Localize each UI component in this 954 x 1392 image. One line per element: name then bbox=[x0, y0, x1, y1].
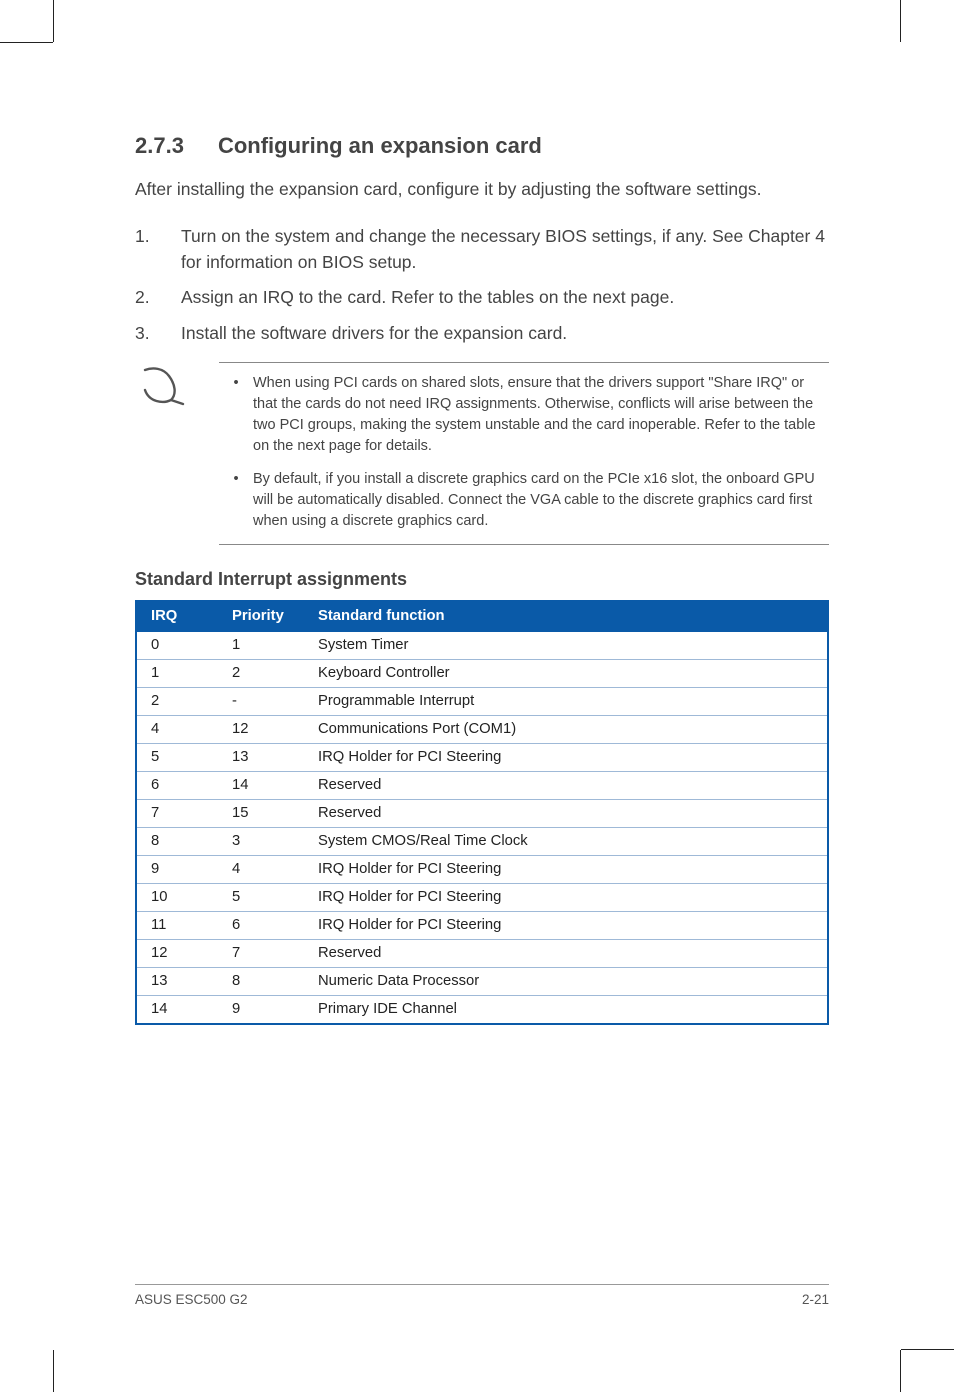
cell-function: System CMOS/Real Time Clock bbox=[308, 827, 828, 855]
cell-priority: 1 bbox=[222, 631, 308, 660]
step-text: Install the software drivers for the exp… bbox=[181, 321, 829, 346]
irq-table: IRQ Priority Standard function 01System … bbox=[135, 600, 829, 1025]
cell-priority: 15 bbox=[222, 799, 308, 827]
note-text: By default, if you install a discrete gr… bbox=[253, 469, 829, 532]
cell-function: Keyboard Controller bbox=[308, 659, 828, 687]
step-text: Assign an IRQ to the card. Refer to the … bbox=[181, 285, 829, 310]
step-number: 1. bbox=[135, 224, 181, 275]
cell-priority: 14 bbox=[222, 771, 308, 799]
cell-priority: 12 bbox=[222, 715, 308, 743]
table-title: Standard Interrupt assignments bbox=[135, 569, 829, 590]
table-row: 116IRQ Holder for PCI Steering bbox=[136, 911, 828, 939]
table-row: 715Reserved bbox=[136, 799, 828, 827]
list-item: • By default, if you install a discrete … bbox=[219, 469, 829, 532]
cell-irq: 10 bbox=[136, 883, 222, 911]
bullet-icon: • bbox=[219, 373, 253, 457]
cell-function: Reserved bbox=[308, 939, 828, 967]
cell-irq: 9 bbox=[136, 855, 222, 883]
note-text: When using PCI cards on shared slots, en… bbox=[253, 373, 829, 457]
step-number: 3. bbox=[135, 321, 181, 346]
cell-priority: 3 bbox=[222, 827, 308, 855]
footer-left: ASUS ESC500 G2 bbox=[135, 1292, 248, 1307]
cell-function: Reserved bbox=[308, 799, 828, 827]
cell-irq: 0 bbox=[136, 631, 222, 660]
cell-function: Numeric Data Processor bbox=[308, 967, 828, 995]
cell-function: IRQ Holder for PCI Steering bbox=[308, 855, 828, 883]
cell-priority: 6 bbox=[222, 911, 308, 939]
heading-title: Configuring an expansion card bbox=[218, 133, 542, 159]
table-row: 412Communications Port (COM1) bbox=[136, 715, 828, 743]
page-footer: ASUS ESC500 G2 2-21 bbox=[135, 1284, 829, 1307]
table-row: 94IRQ Holder for PCI Steering bbox=[136, 855, 828, 883]
cell-function: Programmable Interrupt bbox=[308, 687, 828, 715]
cell-function: Primary IDE Channel bbox=[308, 995, 828, 1024]
cell-irq: 13 bbox=[136, 967, 222, 995]
col-header-function: Standard function bbox=[308, 601, 828, 631]
note-body: • When using PCI cards on shared slots, … bbox=[219, 362, 829, 545]
cell-irq: 6 bbox=[136, 771, 222, 799]
cell-priority: 2 bbox=[222, 659, 308, 687]
step-number: 2. bbox=[135, 285, 181, 310]
cell-priority: 13 bbox=[222, 743, 308, 771]
page-content: 2.7.3 Configuring an expansion card Afte… bbox=[135, 133, 829, 1025]
cell-irq: 8 bbox=[136, 827, 222, 855]
cell-function: IRQ Holder for PCI Steering bbox=[308, 883, 828, 911]
table-row: 2-Programmable Interrupt bbox=[136, 687, 828, 715]
table-row: 614Reserved bbox=[136, 771, 828, 799]
cell-irq: 12 bbox=[136, 939, 222, 967]
list-item: 1. Turn on the system and change the nec… bbox=[135, 224, 829, 275]
cell-function: IRQ Holder for PCI Steering bbox=[308, 911, 828, 939]
cell-priority: - bbox=[222, 687, 308, 715]
col-header-irq: IRQ bbox=[136, 601, 222, 631]
table-header-row: IRQ Priority Standard function bbox=[136, 601, 828, 631]
table-row: 127Reserved bbox=[136, 939, 828, 967]
table-row: 01System Timer bbox=[136, 631, 828, 660]
step-text: Turn on the system and change the necess… bbox=[181, 224, 829, 275]
table-row: 138Numeric Data Processor bbox=[136, 967, 828, 995]
list-item: 3. Install the software drivers for the … bbox=[135, 321, 829, 346]
list-item: • When using PCI cards on shared slots, … bbox=[219, 373, 829, 457]
cell-irq: 7 bbox=[136, 799, 222, 827]
footer-right: 2-21 bbox=[802, 1292, 829, 1307]
intro-paragraph: After installing the expansion card, con… bbox=[135, 177, 829, 202]
cell-priority: 8 bbox=[222, 967, 308, 995]
cell-priority: 5 bbox=[222, 883, 308, 911]
cell-function: Reserved bbox=[308, 771, 828, 799]
note-icon bbox=[135, 362, 219, 545]
table-row: 83System CMOS/Real Time Clock bbox=[136, 827, 828, 855]
table-row: 149Primary IDE Channel bbox=[136, 995, 828, 1024]
cell-irq: 1 bbox=[136, 659, 222, 687]
cell-irq: 14 bbox=[136, 995, 222, 1024]
cell-priority: 9 bbox=[222, 995, 308, 1024]
steps-list: 1. Turn on the system and change the nec… bbox=[135, 224, 829, 346]
cell-priority: 7 bbox=[222, 939, 308, 967]
cell-function: Communications Port (COM1) bbox=[308, 715, 828, 743]
cell-irq: 2 bbox=[136, 687, 222, 715]
cell-function: IRQ Holder for PCI Steering bbox=[308, 743, 828, 771]
table-row: 513IRQ Holder for PCI Steering bbox=[136, 743, 828, 771]
cell-priority: 4 bbox=[222, 855, 308, 883]
table-row: 12Keyboard Controller bbox=[136, 659, 828, 687]
list-item: 2. Assign an IRQ to the card. Refer to t… bbox=[135, 285, 829, 310]
col-header-priority: Priority bbox=[222, 601, 308, 631]
table-row: 105IRQ Holder for PCI Steering bbox=[136, 883, 828, 911]
cell-irq: 11 bbox=[136, 911, 222, 939]
bullet-icon: • bbox=[219, 469, 253, 532]
heading-number: 2.7.3 bbox=[135, 133, 184, 159]
cell-irq: 5 bbox=[136, 743, 222, 771]
note-block: • When using PCI cards on shared slots, … bbox=[135, 362, 829, 545]
cell-irq: 4 bbox=[136, 715, 222, 743]
cell-function: System Timer bbox=[308, 631, 828, 660]
section-heading: 2.7.3 Configuring an expansion card bbox=[135, 133, 829, 159]
